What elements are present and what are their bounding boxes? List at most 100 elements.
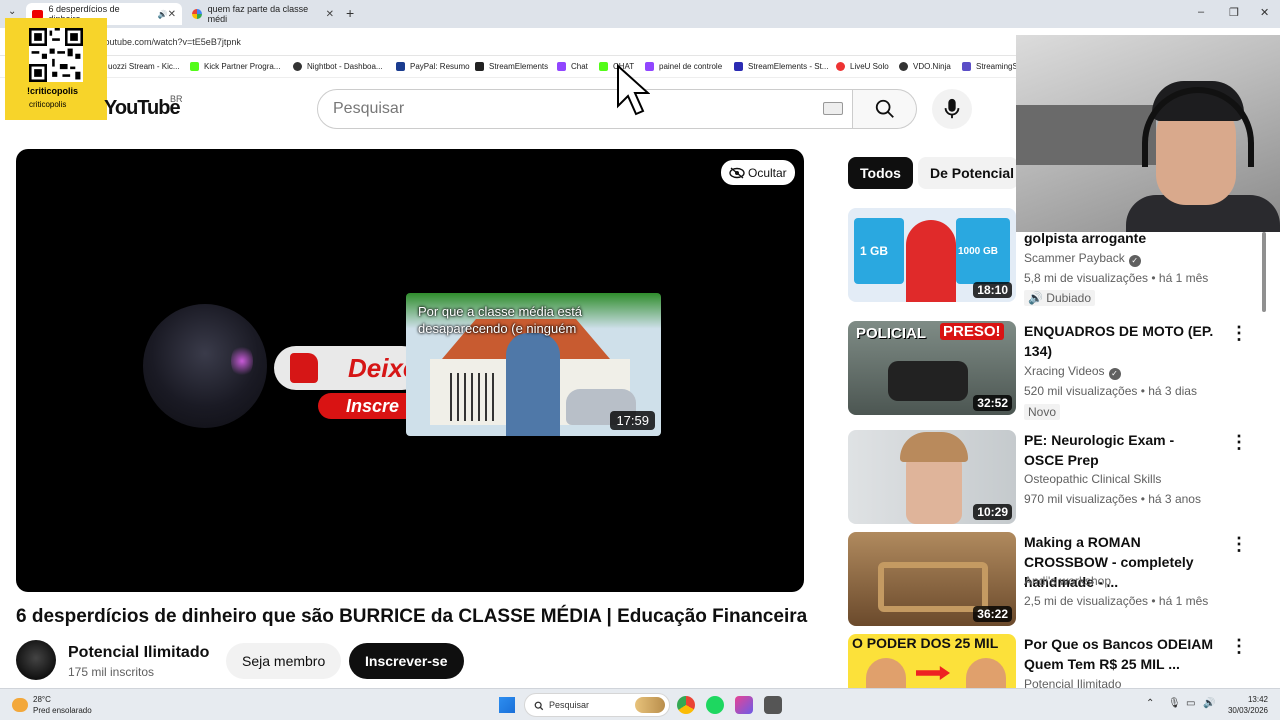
keyboard-icon[interactable] [823, 102, 843, 115]
twitch-icon [557, 62, 566, 71]
video-duration: 32:52 [973, 395, 1012, 411]
video-thumbnail[interactable]: 1 GB 1000 GB 18:10 [848, 208, 1016, 302]
search-icon [534, 701, 544, 711]
bookmark-item[interactable]: LiveU Solo [836, 62, 889, 71]
chip-channel[interactable]: De Potencial I [918, 157, 1018, 189]
video-title: 6 desperdícios de dinheiro que são BURRI… [16, 606, 808, 627]
video-title[interactable]: Por Que os Bancos ODEIAM Quem Tem R$ 25 … [1024, 634, 1214, 674]
bookmark-item[interactable]: StreamingS [962, 62, 1018, 71]
microphone-icon [944, 98, 960, 119]
channel-name[interactable]: Xracing Videos ✓ [1024, 364, 1121, 380]
video-thumbnail[interactable]: O PODER DOS 25 MIL [848, 634, 1016, 688]
video-thumbnail[interactable]: POLICIAL PRESO! 32:52 [848, 321, 1016, 415]
bookmark-item[interactable]: painel de controle [645, 62, 722, 71]
video-thumbnail[interactable]: 36:22 [848, 532, 1016, 626]
bookmark-item[interactable]: VDO.Ninja [899, 62, 951, 71]
clock-date[interactable]: 30/03/2026 [1220, 706, 1268, 715]
streaming-icon [962, 62, 971, 71]
voice-search-button[interactable] [932, 89, 972, 129]
tray-chevron-icon[interactable]: ⌃ [1146, 698, 1154, 709]
close-window-icon[interactable]: ✕ [1260, 6, 1269, 19]
list-item[interactable]: 36:22 Making a ROMAN CROSSBOW - complete… [848, 532, 1260, 628]
mouse-cursor-icon [617, 64, 650, 116]
vdo-ninja-icon [899, 62, 908, 71]
restore-icon[interactable]: ❐ [1229, 6, 1239, 19]
minimize-icon[interactable]: – [1198, 6, 1204, 18]
nightbot-icon [293, 62, 302, 71]
more-actions-icon[interactable]: ⋮ [1230, 636, 1248, 657]
subscriber-count: 175 mil inscritos [68, 665, 155, 679]
channel-avatar-large[interactable] [143, 304, 267, 428]
windows-taskbar: 28°C Pred ensolarado Pesquisar ⌃ 🎙 ▭ 🔊 1… [0, 688, 1280, 720]
video-player[interactable]: Ocultar Deixe Inscre Por que a classe mé… [16, 149, 804, 592]
search-box [317, 89, 853, 129]
channel-name[interactable]: Andi's workshop [1024, 574, 1111, 588]
bookmark-item[interactable]: Kick Partner Progra... [190, 62, 280, 71]
channel-avatar[interactable] [16, 640, 56, 680]
close-tab-icon[interactable]: ✕ [168, 9, 176, 20]
eye-off-icon [729, 166, 745, 179]
speaker-icon[interactable]: 🔊 [158, 10, 168, 19]
volume-icon[interactable]: 🔊 [1203, 698, 1215, 709]
dubbed-badge: 🔊 Dubiado [1024, 290, 1095, 306]
video-title[interactable]: PE: Neurologic Exam - OSCE Prep [1024, 430, 1214, 470]
weather-temperature[interactable]: 28°C [33, 695, 51, 704]
url-field[interactable]: youtube.com/watch?v=tE5eB7jtpnk [100, 37, 241, 47]
webcam-overlay [1016, 35, 1280, 232]
tab-google[interactable]: quem faz parte da classe médi ✕ [186, 3, 340, 25]
video-meta: 2,5 mi de visualizações • há 1 mês [1024, 594, 1209, 608]
list-item[interactable]: O PODER DOS 25 MIL Por Que os Bancos ODE… [848, 634, 1260, 688]
channel-name[interactable]: Scammer Payback ✓ [1024, 251, 1141, 267]
qr-caption: !criticopolis [27, 86, 79, 96]
windows-start-icon[interactable] [499, 697, 515, 713]
weather-description[interactable]: Pred ensolarado [33, 706, 92, 715]
close-tab-icon[interactable]: ✕ [326, 9, 334, 20]
bookmark-item[interactable]: Chat [557, 62, 588, 71]
chip-todos[interactable]: Todos [848, 157, 913, 189]
taskbar-search[interactable]: Pesquisar [524, 693, 670, 717]
tab-list-chevron-icon[interactable]: ⌄ [8, 6, 16, 17]
video-title[interactable]: ENQUADROS DE MOTO (EP. 134) [1024, 321, 1214, 361]
video-thumbnail[interactable]: 10:29 [848, 430, 1016, 524]
search-button[interactable] [853, 89, 917, 129]
streamelements-icon [475, 62, 484, 71]
list-item[interactable]: 10:29 PE: Neurologic Exam - OSCE Prep Os… [848, 430, 1260, 526]
channel-name[interactable]: Potencial Ilimitado [1024, 677, 1121, 688]
dubbed-icon: 🔊 [1028, 291, 1043, 305]
youtube-logo[interactable]: YouTube [104, 97, 181, 120]
bookmark-item[interactable]: StreamElements - St... [734, 62, 828, 71]
qr-code-overlay: !criticopolis criticopolis [5, 18, 107, 120]
subscribe-button[interactable]: Inscrever-se [349, 643, 464, 679]
spotify-icon[interactable] [706, 696, 724, 714]
channel-name[interactable]: Osteopathic Clinical Skills [1024, 472, 1161, 486]
streamelements-icon [734, 62, 743, 71]
chrome-icon[interactable] [677, 696, 695, 714]
clock-time[interactable]: 13:42 [1226, 695, 1268, 704]
bookmark-item[interactable]: PayPal: Resumo [396, 62, 470, 71]
bookmark-item[interactable]: Nightbot - Dashboa... [293, 62, 383, 71]
more-actions-icon[interactable]: ⋮ [1230, 323, 1248, 344]
network-icon[interactable]: ▭ [1186, 698, 1195, 709]
channel-name[interactable]: Potencial Ilimitado [68, 644, 209, 662]
verified-icon: ✓ [1108, 368, 1121, 380]
video-duration: 18:10 [973, 282, 1012, 298]
endscreen-video-card[interactable]: Por que a classe média está desaparecend… [406, 293, 661, 436]
endcard-title: Por que a classe média está desaparecend… [418, 304, 583, 336]
endcard-duration: 17:59 [610, 411, 655, 430]
new-tab-icon[interactable]: + [346, 5, 354, 21]
scrollbar[interactable] [1262, 232, 1266, 312]
qr-caption: criticopolis [29, 100, 67, 109]
more-actions-icon[interactable]: ⋮ [1230, 534, 1248, 555]
hide-endscreen-button[interactable]: Ocultar [721, 160, 795, 185]
join-membership-button[interactable]: Seja membro [226, 643, 342, 679]
list-item[interactable]: POLICIAL PRESO! 32:52 ENQUADROS DE MOTO … [848, 321, 1260, 421]
bookmark-item[interactable]: StreamElements [475, 62, 548, 71]
bookmark-item[interactable]: uozzi Stream - Kic... [108, 62, 180, 71]
more-actions-icon[interactable]: ⋮ [1230, 432, 1248, 453]
search-input[interactable] [333, 100, 813, 118]
microphone-icon[interactable]: 🎙 [1168, 698, 1181, 709]
weather-sun-icon[interactable] [12, 698, 28, 712]
calculator-icon[interactable] [764, 696, 782, 714]
app-icon[interactable] [735, 696, 753, 714]
video-meta: 520 mil visualizações • há 3 dias [1024, 384, 1197, 398]
